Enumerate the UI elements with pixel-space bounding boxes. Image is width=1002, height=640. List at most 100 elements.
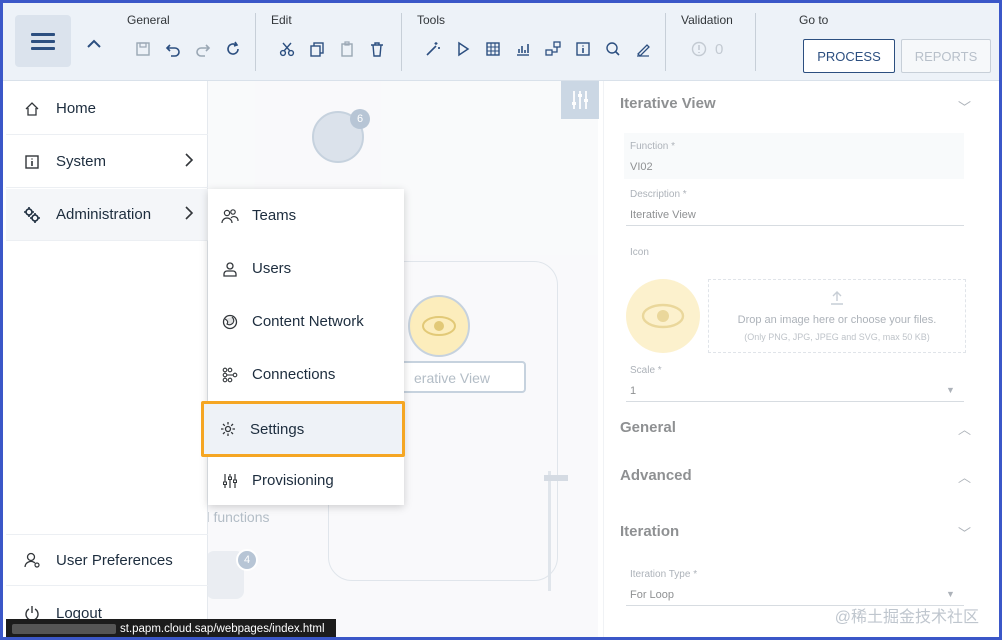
paste-icon[interactable] [337, 39, 357, 59]
group-icon [220, 208, 240, 224]
submenu-item-teams[interactable]: Teams [208, 189, 404, 242]
chart-icon[interactable] [513, 39, 533, 59]
node-badge: 6 [350, 109, 370, 129]
chevron-up-icon[interactable]: ︿ [958, 419, 971, 438]
submenu-label: Provisioning [252, 472, 334, 489]
nav-label: Home [56, 100, 97, 117]
chevron-up-icon[interactable]: ︿ [958, 467, 971, 486]
divider [626, 401, 964, 402]
save-icon[interactable] [133, 39, 153, 59]
info-icon[interactable] [573, 39, 593, 59]
toolbar-divider [665, 13, 666, 71]
filter-toggle-button[interactable] [561, 81, 599, 119]
toolbar: General Edit Tools Validation 0 Go to PR… [3, 3, 999, 81]
connections-icon [220, 367, 240, 383]
refresh-icon[interactable] [223, 39, 243, 59]
node-label: erative View [414, 370, 491, 386]
cut-icon[interactable] [277, 39, 297, 59]
submenu-item-content-network[interactable]: Content Network [208, 295, 404, 348]
iterative-view-node[interactable] [408, 295, 470, 357]
hierarchy-icon[interactable] [543, 39, 563, 59]
upload-icon [829, 290, 845, 311]
undo-icon[interactable] [163, 39, 183, 59]
submenu-label: Settings [250, 420, 305, 438]
magic-wand-icon[interactable] [423, 39, 443, 59]
scale-select[interactable]: 1 [630, 385, 636, 397]
info-icon [22, 154, 42, 170]
function-label: Function * [630, 141, 676, 152]
submenu-label: Content Network [252, 313, 364, 330]
dropdown-arrow-icon[interactable]: ▼ [946, 385, 955, 395]
upload-dropzone[interactable]: Drop an image here or choose your files.… [708, 279, 966, 353]
sliders-icon [220, 473, 240, 489]
process-button[interactable]: PROCESS [803, 39, 895, 73]
scale-label: Scale * [630, 365, 662, 376]
app-window: General Edit Tools Validation 0 Go to PR… [0, 0, 1002, 640]
group-label-general: General [127, 13, 170, 27]
validation-count: 0 [715, 40, 724, 58]
reports-button[interactable]: REPORTS [901, 39, 991, 73]
globe-icon [220, 314, 240, 330]
general-section-title[interactable]: General [620, 419, 676, 436]
panel-section-title: Iterative View [620, 95, 716, 112]
toolbar-divider [255, 13, 256, 71]
submenu-item-connections[interactable]: Connections [208, 348, 404, 401]
iteration-section-title[interactable]: Iteration [620, 523, 679, 540]
nav-label: System [56, 153, 107, 170]
icon-label: Icon [630, 247, 649, 258]
warning-icon[interactable] [689, 39, 709, 59]
submenu-label: Teams [252, 207, 297, 224]
administration-submenu: Teams Users Content Network Connections … [208, 189, 404, 505]
gear-icon [218, 421, 238, 437]
run-icon[interactable] [453, 39, 473, 59]
group-label-goto: Go to [799, 13, 829, 27]
submenu-item-provisioning[interactable]: Provisioning [208, 454, 404, 507]
search-globe-icon[interactable] [603, 39, 623, 59]
advanced-section-title[interactable]: Advanced [620, 467, 692, 484]
copy-icon[interactable] [307, 39, 327, 59]
gears-icon [22, 206, 42, 224]
nav-item-home[interactable]: Home [6, 83, 208, 135]
iteration-type-select[interactable]: For Loop [630, 589, 674, 601]
description-label: Description * [630, 189, 687, 200]
description-input[interactable]: Iterative View [630, 209, 696, 221]
chevron-down-icon[interactable]: ﹀ [958, 97, 971, 116]
chevron-up-icon[interactable] [86, 33, 102, 54]
toolbar-group-edit: Edit [271, 13, 387, 59]
group-label-tools: Tools [417, 13, 446, 27]
side-navigation: Home System Administration User Preferen… [6, 81, 208, 637]
home-icon [22, 101, 42, 117]
nav-label: User Preferences [56, 551, 173, 569]
eye-icon [422, 316, 456, 336]
function-field[interactable]: Function * VI02 [624, 133, 964, 179]
upload-text: Drop an image here or choose your files. [737, 314, 937, 326]
node-label-box[interactable]: erative View [398, 361, 526, 393]
menu-button[interactable] [15, 15, 71, 67]
toolbar-divider [401, 13, 402, 71]
delete-icon[interactable] [367, 39, 387, 59]
toolbar-group-validation: Validation 0 [681, 13, 733, 59]
watermark: @稀土掘金技术社区 [834, 609, 979, 626]
upload-hint: (Only PNG, JPG, JPEG and SVG, max 50 KB) [744, 332, 930, 342]
chevron-right-icon [184, 153, 194, 170]
toolbar-group-tools: Tools [417, 13, 653, 59]
chevron-down-icon[interactable]: ﹀ [958, 523, 971, 542]
table-icon[interactable] [483, 39, 503, 59]
zoom-slider-track[interactable] [548, 471, 551, 591]
browser-status-bar: st.papm.cloud.sap/webpages/index.html [6, 619, 336, 637]
iteration-type-label: Iteration Type * [630, 569, 698, 580]
toolbar-divider [755, 13, 756, 71]
submenu-item-settings[interactable]: Settings [201, 401, 405, 457]
redacted-text [12, 624, 116, 634]
sliders-icon [572, 91, 588, 109]
redo-icon[interactable] [193, 39, 213, 59]
submenu-label: Connections [252, 366, 336, 383]
zoom-slider-handle[interactable] [544, 475, 568, 481]
status-url: st.papm.cloud.sap/webpages/index.html [120, 623, 325, 635]
nav-item-system[interactable]: System [6, 136, 208, 188]
dropdown-arrow-icon[interactable]: ▼ [946, 589, 955, 599]
nav-item-user-preferences[interactable]: User Preferences [6, 534, 208, 586]
submenu-item-users[interactable]: Users [208, 242, 404, 295]
edit-icon[interactable] [633, 39, 653, 59]
nav-item-administration[interactable]: Administration [6, 189, 208, 241]
